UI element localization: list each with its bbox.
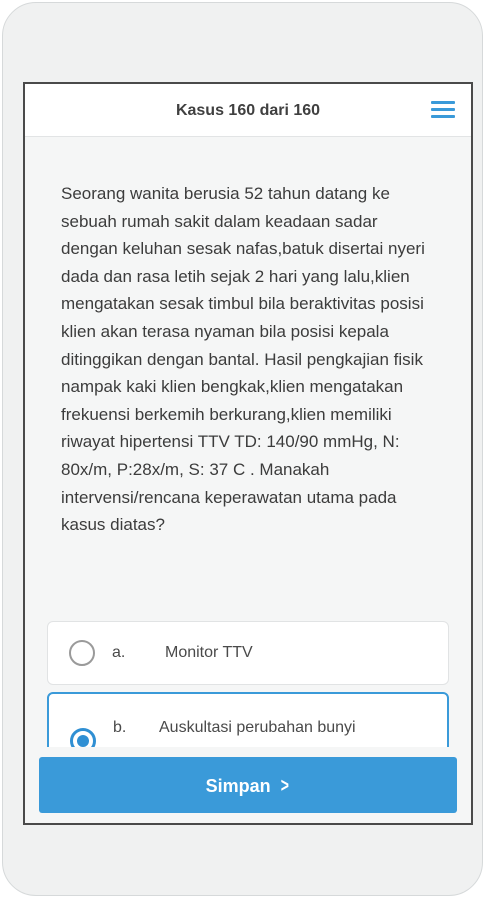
app-screen: Kasus 160 dari 160 Seorang wanita berusi… — [23, 82, 473, 825]
option-letter: a. — [112, 644, 126, 661]
option-text: Monitor TTV — [165, 644, 253, 661]
radio-unselected-icon[interactable] — [69, 640, 95, 666]
top-bar: Kasus 160 dari 160 — [25, 84, 471, 137]
save-button[interactable]: Simpan > — [39, 757, 457, 813]
option-text: Auskultasi perubahan bunyi — [159, 719, 356, 736]
page-title: Kasus 160 dari 160 — [175, 102, 321, 119]
save-label: Simpan — [205, 776, 271, 796]
chevron-right-icon: > — [280, 775, 289, 797]
answer-option-a[interactable]: a. Monitor TTV — [47, 621, 449, 685]
question-text: Seorang wanita berusia 52 tahun datang k… — [61, 184, 425, 535]
footer-bar: Simpan > — [25, 747, 471, 823]
device-frame: Kasus 160 dari 160 Seorang wanita berusi… — [2, 2, 483, 896]
option-letter: b. — [113, 719, 127, 736]
hamburger-menu-icon[interactable] — [431, 100, 455, 120]
